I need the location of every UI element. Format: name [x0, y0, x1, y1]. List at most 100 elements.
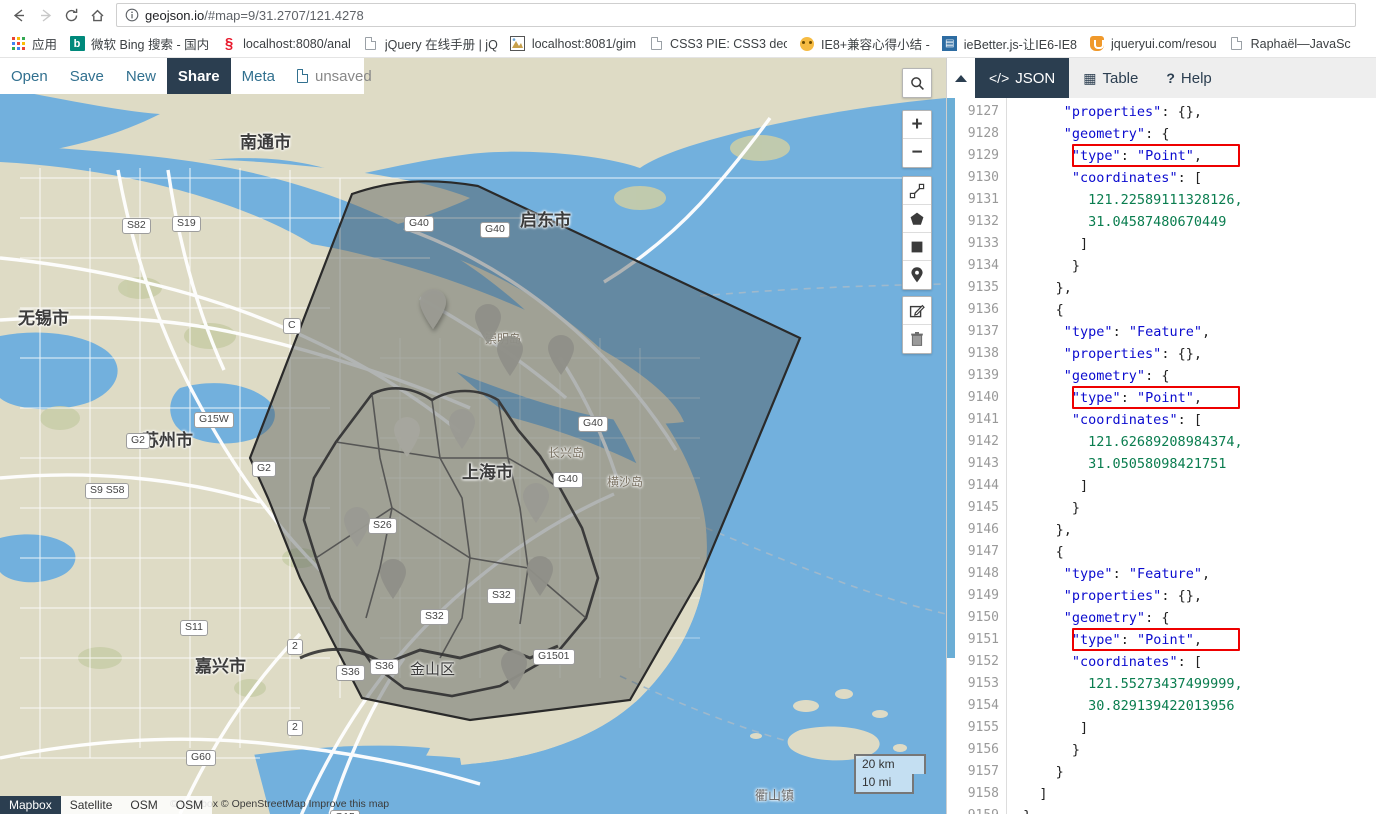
browser-toolbar: geojson.io/#map=9/31.2707/121.4278 [0, 0, 1376, 30]
tab-table-label: Table [1102, 69, 1139, 87]
meta-button[interactable]: Meta [231, 58, 286, 94]
editor-line[interactable]: "coordinates": [ [1015, 167, 1376, 189]
highway-shield: G60 [186, 750, 216, 766]
editor-line-number: 9148 [967, 566, 999, 581]
edit-icon[interactable] [903, 297, 931, 325]
bookmark-localhost-8080[interactable]: § localhost:8080/anal [215, 32, 357, 56]
map-canvas[interactable]: 南通市 启东市 无锡市 苏州市 上海市 嘉兴市 金山区 衢山镇 崇明岛 长兴岛 … [0, 58, 946, 814]
panel-collapse-button[interactable] [947, 58, 975, 98]
reload-button[interactable] [58, 2, 84, 28]
editor-line[interactable]: 121.62689208984374, [1015, 431, 1376, 453]
bookmark-ie8-compat[interactable]: IE8+兼容心得小结 - [793, 32, 936, 56]
editor-line[interactable]: "coordinates": [ [1015, 651, 1376, 673]
editor-line-number: 9134 [967, 258, 999, 273]
json-editor[interactable]: 9127 9128 9129 9130 9131 9132 9133 9134 9135 9136… [947, 98, 1376, 814]
trash-icon[interactable] [903, 325, 931, 353]
editor-line[interactable]: ] [1015, 783, 1376, 805]
layer-tab-osm-2[interactable]: OSM [166, 796, 213, 814]
editor-line[interactable]: }, [1015, 519, 1376, 541]
editor-line[interactable]: "type": "Point", [1015, 386, 1376, 409]
editor-line[interactable]: "type": "Feature", [1015, 563, 1376, 585]
editor-line[interactable]: }, [1015, 277, 1376, 299]
tab-help[interactable]: ? Help [1152, 58, 1225, 98]
bookmark-label: jQuery 在线手册 | jQ [384, 38, 498, 52]
editor-line-content: ] [1080, 478, 1089, 494]
scalebar-imperial: 10 mi [854, 773, 914, 794]
address-bar[interactable]: geojson.io/#map=9/31.2707/121.4278 [116, 3, 1356, 27]
draw-polygon-icon[interactable] [903, 205, 931, 233]
home-button[interactable] [84, 2, 110, 28]
editor-line[interactable]: 121.22589111328126, [1015, 189, 1376, 211]
editor-line-number: 9138 [967, 346, 999, 361]
editor-line[interactable]: "geometry": { [1015, 123, 1376, 145]
editor-line-content: "properties": {}, [1063, 588, 1202, 604]
map-edit-control[interactable] [902, 296, 932, 354]
map-zoom-control[interactable]: + − [902, 110, 932, 168]
save-button[interactable]: Save [59, 58, 115, 94]
editor-line-content: ] [1039, 786, 1048, 802]
tab-table[interactable]: ▦ Table [1069, 58, 1152, 98]
editor-line-content: } [1055, 764, 1064, 780]
bookmark-localhost-8081[interactable]: localhost:8081/gim [504, 32, 642, 56]
draw-marker-icon[interactable] [903, 261, 931, 289]
editor-line[interactable]: } [1015, 805, 1376, 814]
editor-line[interactable]: { [1015, 541, 1376, 563]
bookmark-jquery-manual[interactable]: jQuery 在线手册 | jQ [357, 32, 504, 56]
url-path: /#map=9/31.2707/121.4278 [204, 7, 364, 23]
back-button[interactable] [6, 2, 32, 28]
layer-tab-osm-1[interactable]: OSM [121, 796, 167, 814]
zoom-out-icon[interactable]: − [903, 139, 931, 167]
editor-line[interactable]: 31.05058098421751 [1015, 453, 1376, 475]
editor-line[interactable]: } [1015, 255, 1376, 277]
editor-line[interactable]: "geometry": { [1015, 607, 1376, 629]
editor-line-number: 9155 [967, 720, 999, 735]
editor-line[interactable]: ] [1015, 475, 1376, 497]
editor-line[interactable]: 30.829139422013956 [1015, 695, 1376, 717]
editor-code-area[interactable]: "properties": {}, "geometry": { "type": … [1007, 98, 1376, 814]
draw-line-icon[interactable] [903, 177, 931, 205]
bookmark-iebetter-js[interactable]: ▤ ieBetter.js-让IE6-IE8 [936, 32, 1083, 56]
editor-scroll-thumb[interactable] [947, 98, 955, 658]
editor-line[interactable]: "type": "Point", [1015, 628, 1376, 651]
editor-line[interactable]: } [1015, 761, 1376, 783]
bookmark-css3-pie[interactable]: CSS3 PIE: CSS3 dec [642, 32, 793, 56]
editor-line[interactable]: 121.55273437499999, [1015, 673, 1376, 695]
editor-line[interactable]: "type": "Feature", [1015, 321, 1376, 343]
tab-json[interactable]: </> JSON [975, 58, 1070, 98]
editor-line[interactable]: } [1015, 497, 1376, 519]
info-circle-icon[interactable] [125, 8, 139, 22]
layer-tab-mapbox[interactable]: Mapbox [0, 796, 61, 814]
editor-line[interactable]: "type": "Point", [1015, 144, 1376, 167]
editor-line[interactable]: "geometry": { [1015, 365, 1376, 387]
map-draw-control[interactable] [902, 176, 932, 290]
search-icon[interactable] [903, 69, 931, 97]
bookmark-apps[interactable]: 应用 [4, 32, 63, 56]
bookmark-raphael[interactable]: Raphaël—JavaSc [1223, 32, 1357, 56]
open-button[interactable]: Open [0, 58, 59, 94]
forward-button[interactable] [32, 2, 58, 28]
zoom-in-icon[interactable]: + [903, 111, 931, 139]
editor-scrollbar[interactable] [947, 98, 955, 814]
draw-rectangle-icon[interactable] [903, 233, 931, 261]
share-button[interactable]: Share [166, 58, 231, 94]
editor-line[interactable]: } [1015, 739, 1376, 761]
bookmark-label: ieBetter.js-让IE6-IE8 [963, 38, 1077, 52]
editor-line[interactable]: { [1015, 299, 1376, 321]
editor-line-content: } [1071, 258, 1081, 274]
editor-line[interactable]: ] [1015, 233, 1376, 255]
bookmark-bing[interactable]: b 微软 Bing 搜索 - 国内 [63, 32, 215, 56]
layer-tab-satellite[interactable]: Satellite [60, 796, 122, 814]
editor-line[interactable]: "properties": {}, [1015, 101, 1376, 123]
map-search-control[interactable] [902, 68, 932, 98]
bookmark-jqueryui[interactable]: jqueryui.com/resou [1083, 32, 1223, 56]
editor-line-content: "geometry": { [1063, 610, 1170, 626]
editor-line[interactable]: "properties": {}, [1015, 343, 1376, 365]
editor-line[interactable]: 31.04587480670449 [1015, 211, 1376, 233]
editor-line[interactable]: "properties": {}, [1015, 585, 1376, 607]
highway-shield: S19 [172, 216, 201, 232]
new-button[interactable]: New [115, 58, 167, 94]
editor-line[interactable]: "coordinates": [ [1015, 409, 1376, 431]
map-scalebar: 20 km 10 mi [854, 753, 926, 794]
map-layer-switcher[interactable]: Mapbox Satellite OSM OSM [0, 796, 213, 814]
editor-line[interactable]: ] [1015, 717, 1376, 739]
